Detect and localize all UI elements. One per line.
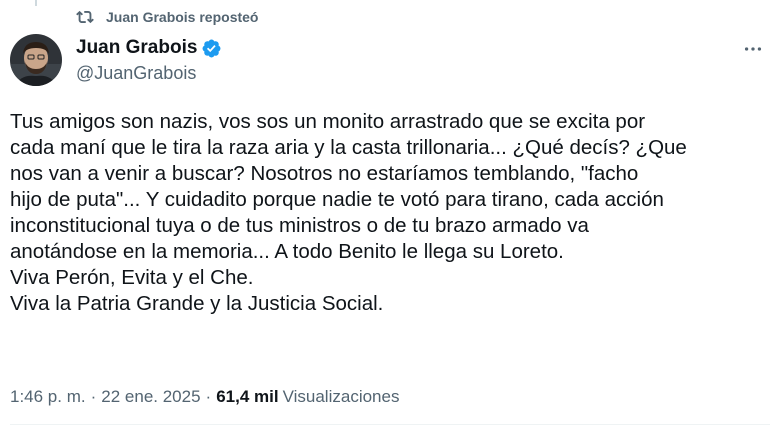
divider	[10, 424, 770, 425]
thread-connector-line	[35, 0, 37, 6]
avatar[interactable]	[10, 34, 62, 86]
author-info[interactable]: Juan Grabois @JuanGrabois	[76, 36, 222, 84]
tweet-text-line: Viva la Patria Grande y la Justicia Soci…	[10, 292, 384, 315]
views-label: Visualizaciones	[282, 387, 400, 406]
repost-label: Juan Grabois reposteó	[106, 9, 259, 25]
author-name[interactable]: Juan Grabois	[76, 37, 197, 59]
verified-badge-icon	[202, 39, 221, 57]
tweet-text-line: anotándose en la memoria... A todo Benit…	[10, 240, 564, 263]
views-count: 61,4 mil	[216, 387, 279, 406]
repost-indicator[interactable]: Juan Grabois reposteó	[76, 6, 258, 28]
author-name-row[interactable]: Juan Grabois	[76, 36, 222, 60]
tweet-text-line: Viva Perón, Evita y el Che.	[10, 266, 254, 289]
separator-dot: ·	[205, 387, 212, 406]
avatar-image	[10, 34, 62, 86]
author-handle[interactable]: @JuanGrabois	[76, 63, 222, 84]
tweet-time[interactable]: 1:46 p. m.	[10, 387, 86, 407]
tweet-metadata: 1:46 p. m. · 22 ene. 2025 · 61,4 mil Vis…	[10, 387, 399, 407]
repost-icon	[76, 10, 94, 24]
tweet-date[interactable]: 22 ene. 2025	[101, 387, 200, 407]
tweet-text-line: Tus amigos son nazis, vos sos un monito …	[10, 110, 646, 133]
separator-dot: ·	[90, 387, 97, 406]
tweet-text-line: hijo de puta"... Y cuidadito porque nadi…	[10, 188, 664, 211]
tweet-text-line: inconstitucional tuya o de tus ministros…	[10, 214, 589, 237]
tweet-text: Tus amigos son nazis, vos sos un monito …	[10, 109, 770, 317]
tweet-text-line: cada maní que le tira la raza aria y la …	[10, 136, 687, 159]
tweet-text-line: nos van a venir a buscar? Nosotros no es…	[10, 162, 639, 185]
more-options-button[interactable]	[740, 38, 766, 60]
more-options-icon	[744, 47, 762, 51]
